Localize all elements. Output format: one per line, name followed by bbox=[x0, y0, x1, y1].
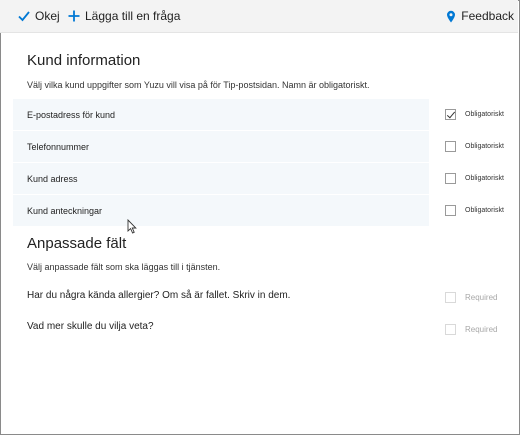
ok-button[interactable]: Okej bbox=[18, 0, 60, 32]
feedback-label: Feedback bbox=[461, 9, 514, 23]
required-toggle-allergies[interactable]: Required bbox=[445, 292, 497, 303]
ok-button-label: Okej bbox=[35, 9, 60, 23]
required-label-more: Required bbox=[465, 325, 498, 334]
required-label-allergies: Required bbox=[465, 293, 498, 302]
location-pin-icon bbox=[446, 10, 461, 23]
custom-fields-description: Välj anpassade fält som ska läggas till … bbox=[27, 262, 221, 272]
required-checkbox-notes[interactable] bbox=[445, 205, 456, 216]
custom-question-allergies: Har du några kända allergier? Om så är f… bbox=[27, 290, 291, 301]
mouse-cursor-icon bbox=[127, 218, 137, 239]
field-label-email: E-postadress för kund bbox=[27, 109, 116, 120]
required-checkbox-address[interactable] bbox=[445, 173, 456, 184]
plus-icon bbox=[68, 10, 85, 22]
required-toggle-phone[interactable]: Obligatoriskt bbox=[445, 141, 504, 152]
required-toggle-more[interactable]: Required bbox=[445, 324, 497, 335]
required-label-phone: Obligatoriskt bbox=[465, 143, 504, 150]
required-checkbox-more[interactable] bbox=[445, 324, 456, 335]
custom-fields-heading: Anpassade fält bbox=[27, 235, 127, 252]
customer-info-heading: Kund information bbox=[27, 52, 141, 69]
customer-info-description: Välj vilka kund uppgifter som Yuzu vill … bbox=[27, 80, 370, 90]
required-checkbox-email[interactable] bbox=[445, 109, 456, 120]
required-toggle-email[interactable]: Obligatoriskt bbox=[445, 109, 504, 120]
add-question-label: Lägga till en fråga bbox=[85, 9, 181, 23]
required-checkbox-allergies[interactable] bbox=[445, 292, 456, 303]
command-bar: Okej Lägga till en fråga Feedback bbox=[0, 0, 518, 33]
required-label-address: Obligatoriskt bbox=[465, 175, 504, 182]
required-toggle-address[interactable]: Obligatoriskt bbox=[445, 173, 504, 184]
required-toggle-notes[interactable]: Obligatoriskt bbox=[445, 205, 504, 216]
feedback-button[interactable]: Feedback bbox=[446, 0, 514, 32]
field-row-address: Kund adress bbox=[13, 163, 429, 194]
field-row-phone: Telefonnummer bbox=[13, 131, 429, 162]
field-label-address: Kund adress bbox=[27, 173, 78, 184]
required-label-email: Obligatoriskt bbox=[465, 111, 504, 118]
checkmark-icon bbox=[18, 10, 35, 22]
required-checkbox-phone[interactable] bbox=[445, 141, 456, 152]
field-label-notes: Kund anteckningar bbox=[27, 205, 103, 216]
custom-question-more: Vad mer skulle du vilja veta? bbox=[27, 321, 154, 332]
field-row-notes: Kund anteckningar bbox=[13, 195, 429, 226]
add-question-button[interactable]: Lägga till en fråga bbox=[68, 0, 180, 32]
field-label-phone: Telefonnummer bbox=[27, 141, 90, 152]
required-label-notes: Obligatoriskt bbox=[465, 207, 504, 214]
field-row-email: E-postadress för kund bbox=[13, 99, 429, 130]
